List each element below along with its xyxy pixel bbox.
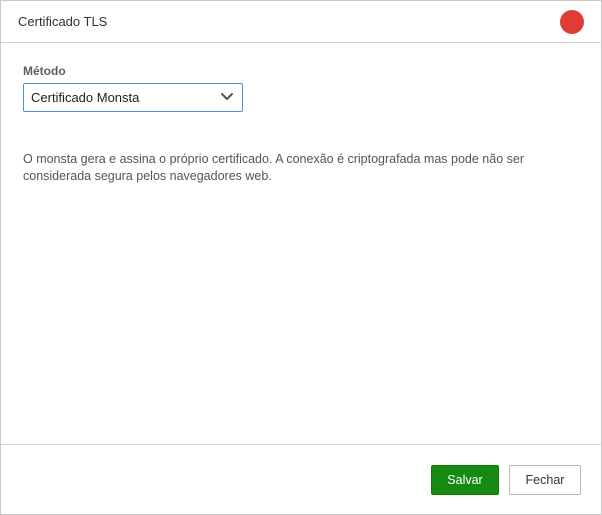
tls-certificate-dialog: Certificado TLS Método Certificado Monst… (0, 0, 602, 515)
footer-divider (1, 444, 601, 445)
dialog-title: Certificado TLS (18, 14, 108, 29)
save-button[interactable]: Salvar (431, 465, 499, 495)
method-select[interactable]: Certificado Monsta (23, 83, 243, 112)
method-label: Método (23, 64, 66, 78)
chevron-down-icon (221, 93, 233, 100)
method-description: O monsta gera e assina o próprio certifi… (23, 152, 524, 183)
dialog-titlebar: Certificado TLS (1, 1, 601, 43)
close-dot-icon[interactable] (560, 10, 584, 34)
close-button[interactable]: Fechar (509, 465, 581, 495)
method-select-value: Certificado Monsta (31, 90, 140, 105)
